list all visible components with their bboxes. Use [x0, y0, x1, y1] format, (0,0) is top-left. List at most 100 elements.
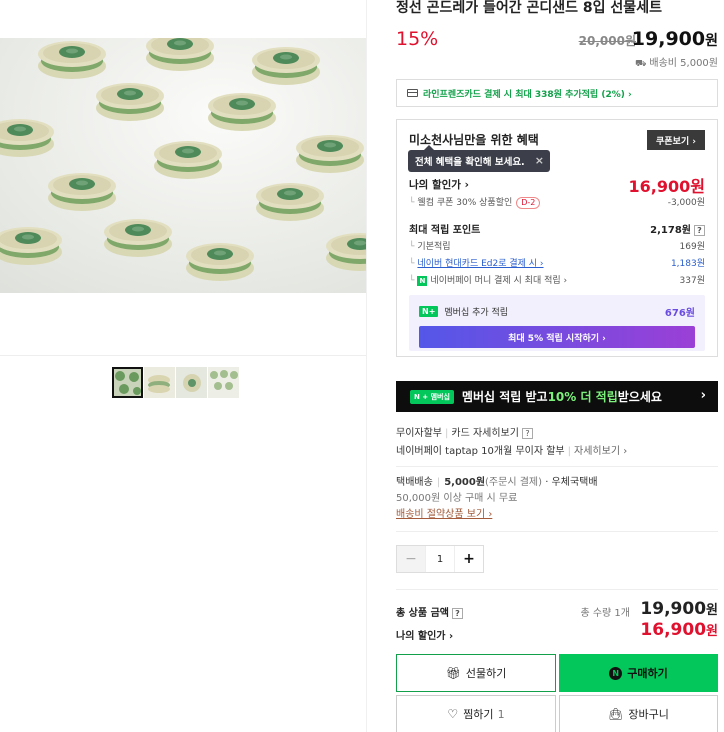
credit-card-icon — [407, 89, 418, 97]
card-promo-bar[interactable]: 라인프렌즈카드 결제 시 최대 338원 추가적립 (2%) › — [396, 79, 718, 107]
my-discount-row[interactable]: 나의 할인가 › 16,900원 — [409, 177, 705, 196]
coupon-view-button[interactable]: 쿠폰보기 › — [647, 130, 705, 150]
discount-rate: 15% — [396, 28, 439, 50]
shipping-method-row: 택배배송 | 5,000원(주문시 결제) · 우체국택배 — [396, 475, 718, 491]
truck-icon: ⛟ — [635, 59, 647, 69]
payment-info: 무이자할부 | 카드 자세히보기? 네이버페이 taptap 10개월 무이자 할부… — [396, 425, 718, 461]
installment-label: 무이자할부 — [396, 428, 442, 439]
thumbnail-2-image — [144, 367, 175, 398]
my-discount-total-price: 16,900원 — [640, 620, 718, 640]
tree-line: └ — [409, 276, 415, 286]
tree-line: └ — [409, 198, 415, 208]
banner-text-highlight: 10% 더 적립 — [547, 390, 618, 404]
total-label: 총 상품 금액 — [396, 608, 449, 619]
total-help-icon[interactable]: ? — [451, 608, 463, 619]
divider — [396, 531, 718, 532]
wish-button-label: 찜하기 — [463, 708, 494, 721]
free-shipping-condition: 50,000원 이상 구매 시 무료 — [396, 493, 518, 504]
card-detail-link[interactable]: 카드 자세히보기 — [451, 428, 519, 439]
max-points-row: 최대 적립 포인트 2,178원? — [409, 221, 705, 236]
npay-installment-row: 네이버페이 taptap 10개월 무이자 할부 | 자세히보기 › — [396, 443, 718, 461]
max-points-label: 최대 적립 포인트 — [409, 225, 481, 236]
final-price: 19,900원 — [632, 28, 718, 50]
coupon-line-row: └ 웰컴 쿠폰 30% 상품할인 D-2 -3,000원 — [409, 195, 705, 209]
hyundai-card-link[interactable]: 네이버 현대카드 Ed2로 결제 시 › — [417, 259, 543, 269]
hyundai-card-value: 1,183원 — [670, 259, 705, 269]
basic-points-label: 기본적립 — [417, 242, 451, 252]
final-price-number: 19,900 — [631, 28, 706, 50]
totals-section: 총 상품 금액? 총 수량 1개 19,900원 나의 할인가 › 16,900… — [396, 599, 718, 644]
shipping-fee: 5,000원 — [444, 477, 486, 488]
npay-money-value: 337원 — [679, 276, 705, 286]
benefit-tooltip: 전체 혜택을 확인해 보세요. × — [408, 145, 550, 172]
product-title: 정선 곤드레가 들어간 곤디샌드 8입 선물세트 — [396, 0, 662, 16]
product-main-image[interactable] — [0, 38, 366, 293]
shipping-fee-text: 배송비 5,000원 — [649, 58, 718, 69]
bag-icon: 👜︎ — [608, 707, 624, 721]
membership-badge: N + 멤버십 — [410, 389, 454, 404]
max-points-value-wrap: 2,178원? — [650, 221, 705, 236]
naver-pay-icon: N — [417, 276, 428, 286]
membership-start-button[interactable]: 최대 5% 적립 시작하기 › — [419, 326, 695, 348]
shipping-fee-top: ⛟ 배송비 5,000원 — [396, 54, 718, 70]
shipping-fee-note: (주문시 결제) — [485, 477, 543, 488]
shipping-saver-link[interactable]: 배송비 절약상품 보기 › — [396, 507, 718, 523]
separator: | — [567, 446, 572, 457]
tooltip-text: 전체 혜택을 확인해 보세요. — [415, 157, 525, 168]
thumbnail-4[interactable] — [208, 367, 239, 398]
card-help-icon[interactable]: ? — [521, 428, 533, 439]
cookie-photo-svg — [0, 38, 366, 293]
membership-banner[interactable]: N + 멤버십 멤버십 적립 받고 10% 더 적립 받으세요 › — [396, 381, 718, 412]
original-price: 20,000원 — [578, 34, 636, 48]
hyundai-card-row[interactable]: └ 네이버 현대카드 Ed2로 결제 시 › 1,183원 — [409, 256, 705, 269]
thumbnail-4-image — [208, 367, 239, 398]
total-price: 19,900원 — [640, 599, 718, 619]
installment-row: 무이자할부 | 카드 자세히보기? — [396, 425, 718, 443]
gift-button[interactable]: 🎁︎ 선물하기 — [396, 654, 556, 692]
total-price-number: 19,900 — [640, 599, 707, 619]
wish-button[interactable]: ♡ 찜하기 1 — [396, 695, 556, 732]
npay-detail-link[interactable]: 자세히보기 › — [574, 446, 627, 457]
basic-points-row: └ 기본적립 169원 — [409, 239, 705, 252]
membership-label-row: N+ 멤버십 추가 적립 — [419, 305, 508, 318]
wish-count: 1 — [497, 707, 505, 721]
thumbnail-strip — [112, 367, 240, 398]
my-discount-label: 나의 할인가 › — [409, 179, 469, 191]
thumbnail-2[interactable] — [144, 367, 175, 398]
banner-text-before: 멤버십 적립 받고 — [461, 390, 548, 404]
my-discount-price: 16,900원 — [628, 177, 705, 196]
quantity-value[interactable]: 1 — [425, 546, 455, 572]
separator: | — [436, 477, 441, 488]
thumbnail-1[interactable] — [112, 367, 143, 398]
naver-plus-icon: N+ — [419, 306, 439, 317]
my-discount-total-currency: 원 — [706, 624, 718, 639]
gift-icon: 🎁︎ — [445, 666, 461, 680]
quantity-stepper: − 1 + — [396, 545, 484, 573]
divider — [396, 589, 718, 590]
membership-label: 멤버십 추가 적립 — [444, 308, 509, 318]
npay-money-row[interactable]: └ N 네이버페이 머니 결제 시 최대 적립 › 337원 — [409, 273, 705, 286]
price-row: 15% 20,000원 19,900원 — [396, 28, 718, 52]
banner-text-after: 받으세요 — [617, 390, 662, 404]
points-help-icon[interactable]: ? — [694, 225, 705, 236]
gift-button-label: 선물하기 — [465, 667, 507, 680]
thumbnail-3[interactable] — [176, 367, 207, 398]
gallery-divider — [0, 355, 366, 356]
tree-line: └ — [409, 259, 415, 269]
separator: | — [445, 428, 449, 439]
cart-button[interactable]: 👜︎ 장바구니 — [559, 695, 718, 732]
buy-button[interactable]: N 구매하기 — [559, 654, 718, 692]
benefit-box: 미소천사님만을 위한 혜택 쿠폰보기 › 전체 혜택을 확인해 보세요. × 나… — [396, 119, 718, 357]
cart-button-label: 장바구니 — [628, 708, 669, 721]
shipping-carrier: · 우체국택배 — [545, 477, 598, 488]
max-points-value: 2,178원 — [650, 225, 691, 236]
panel-divider — [366, 0, 367, 732]
npay-money-label[interactable]: 네이버페이 머니 결제 시 최대 적립 › — [430, 276, 567, 286]
quantity-minus-button[interactable]: − — [397, 546, 425, 572]
tooltip-close-icon[interactable]: × — [535, 154, 544, 167]
coupon-line-text: 웰컴 쿠폰 30% 상품할인 — [417, 198, 513, 208]
my-discount-total-label[interactable]: 나의 할인가 › — [396, 627, 453, 642]
divider — [396, 466, 718, 467]
total-count: 총 수량 1개 — [580, 608, 630, 619]
quantity-plus-button[interactable]: + — [455, 546, 483, 572]
